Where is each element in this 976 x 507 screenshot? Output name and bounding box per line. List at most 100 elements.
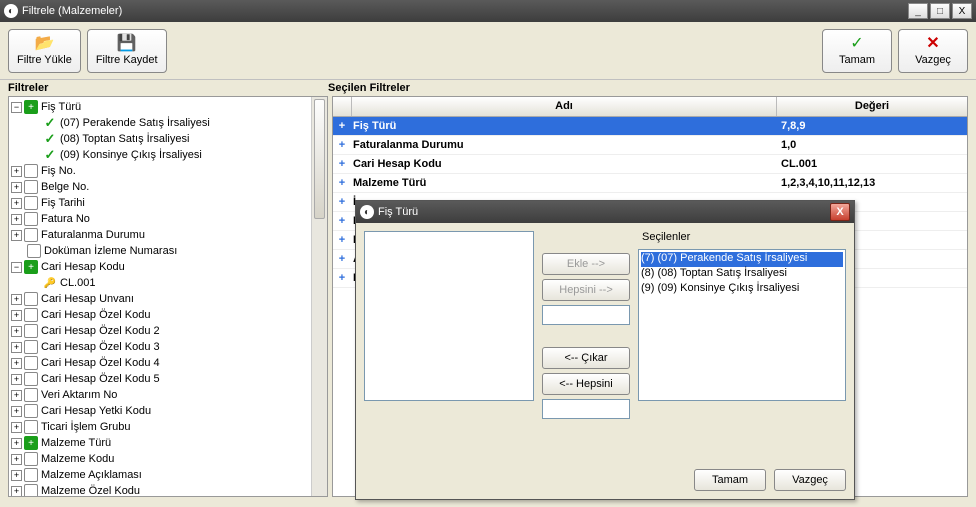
checkbox-icon[interactable] bbox=[24, 452, 38, 466]
expander-icon[interactable]: + bbox=[11, 374, 22, 385]
selected-list[interactable]: (7) (07) Perakende Satış İrsaliyesi (8) … bbox=[638, 249, 846, 401]
tree-node-label[interactable]: Fiş Tarihi bbox=[41, 197, 85, 209]
expander-icon[interactable]: + bbox=[11, 438, 22, 449]
expander-icon[interactable]: + bbox=[11, 198, 22, 209]
close-button[interactable]: X bbox=[952, 3, 972, 19]
checkbox-icon[interactable] bbox=[24, 404, 38, 418]
tree-node-label[interactable]: Belge No. bbox=[41, 181, 89, 193]
checkbox-icon[interactable] bbox=[24, 292, 38, 306]
checkbox-icon[interactable] bbox=[24, 308, 38, 322]
expander-icon[interactable]: + bbox=[11, 454, 22, 465]
row-toggle-icon[interactable]: + bbox=[333, 215, 351, 227]
expander-icon[interactable]: + bbox=[11, 326, 22, 337]
checkbox-icon[interactable] bbox=[24, 228, 38, 242]
remove-filter-input[interactable] bbox=[542, 399, 630, 419]
expander-icon[interactable]: + bbox=[11, 358, 22, 369]
tree-node-label[interactable]: (09) Konsinye Çıkış İrsaliyesi bbox=[60, 149, 202, 161]
dialog-cancel-button[interactable]: Vazgeç bbox=[774, 469, 846, 491]
list-item[interactable]: (7) (07) Perakende Satış İrsaliyesi bbox=[641, 252, 843, 267]
tree-node-label[interactable]: Cari Hesap Özel Kodu 4 bbox=[41, 357, 160, 369]
checkbox-icon[interactable] bbox=[24, 324, 38, 338]
checkbox-icon[interactable] bbox=[24, 468, 38, 482]
grid-row[interactable]: + Malzeme Türü 1,2,3,4,10,11,12,13 bbox=[333, 174, 967, 193]
checkbox-icon[interactable] bbox=[27, 244, 41, 258]
tree-node-label[interactable]: (08) Toptan Satış İrsaliyesi bbox=[60, 133, 189, 145]
tree-scrollbar[interactable] bbox=[311, 97, 327, 496]
expander-icon[interactable]: + bbox=[11, 470, 22, 481]
grid-col-name[interactable]: Adı bbox=[352, 97, 776, 116]
row-toggle-icon[interactable]: + bbox=[333, 120, 351, 132]
tree-node-label[interactable]: (07) Perakende Satış İrsaliyesi bbox=[60, 117, 210, 129]
checkbox-icon[interactable] bbox=[24, 356, 38, 370]
remove-all-button[interactable]: <-- Hepsini bbox=[542, 373, 630, 395]
tree-node-label[interactable]: Cari Hesap Unvanı bbox=[41, 293, 134, 305]
expander-icon[interactable]: + bbox=[11, 214, 22, 225]
checkbox-icon[interactable] bbox=[24, 180, 38, 194]
tree-node-label[interactable]: Malzeme Türü bbox=[41, 437, 111, 449]
add-button[interactable]: Ekle --> bbox=[542, 253, 630, 275]
expander-icon[interactable]: + bbox=[11, 486, 22, 497]
tree-node-label[interactable]: Cari Hesap Kodu bbox=[41, 261, 125, 273]
maximize-button[interactable]: □ bbox=[930, 3, 950, 19]
expander-icon[interactable]: + bbox=[11, 166, 22, 177]
available-list[interactable] bbox=[364, 231, 534, 401]
row-toggle-icon[interactable]: + bbox=[333, 253, 351, 265]
tree-node-label[interactable]: Fiş No. bbox=[41, 165, 76, 177]
expander-icon[interactable]: + bbox=[11, 230, 22, 241]
grid-row[interactable]: + Faturalanma Durumu 1,0 bbox=[333, 136, 967, 155]
row-toggle-icon[interactable]: + bbox=[333, 272, 351, 284]
tree-node-label[interactable]: Veri Aktarım No bbox=[41, 389, 117, 401]
tree-node-label[interactable]: Cari Hesap Özel Kodu 5 bbox=[41, 373, 160, 385]
expander-icon[interactable]: + bbox=[11, 406, 22, 417]
remove-button[interactable]: <-- Çıkar bbox=[542, 347, 630, 369]
row-toggle-icon[interactable]: + bbox=[333, 139, 351, 151]
grid-row[interactable]: + Fiş Türü 7,8,9 bbox=[333, 117, 967, 136]
expander-icon[interactable]: + bbox=[11, 294, 22, 305]
list-item[interactable]: (8) (08) Toptan Satış İrsaliyesi bbox=[641, 267, 843, 282]
filter-save-button[interactable]: 💾 Filtre Kaydet bbox=[87, 29, 167, 73]
tree-node-label[interactable]: Cari Hesap Özel Kodu 3 bbox=[41, 341, 160, 353]
scrollbar-thumb[interactable] bbox=[314, 99, 325, 219]
list-item[interactable]: (9) (09) Konsinye Çıkış İrsaliyesi bbox=[641, 282, 843, 297]
filter-load-button[interactable]: 📂 Filtre Yükle bbox=[8, 29, 81, 73]
expander-icon[interactable]: + bbox=[11, 390, 22, 401]
checkbox-icon[interactable] bbox=[24, 164, 38, 178]
tree-node-label[interactable]: Ticari İşlem Grubu bbox=[41, 421, 130, 433]
filter-tree[interactable]: −+Fiş Türü ✓(07) Perakende Satış İrsaliy… bbox=[8, 96, 328, 497]
expander-icon[interactable]: + bbox=[11, 182, 22, 193]
grid-row[interactable]: + Cari Hesap Kodu CL.001 bbox=[333, 155, 967, 174]
tree-node-label[interactable]: Faturalanma Durumu bbox=[41, 229, 145, 241]
add-filter-input[interactable] bbox=[542, 305, 630, 325]
expander-icon[interactable]: + bbox=[11, 422, 22, 433]
expander-icon[interactable]: − bbox=[11, 262, 22, 273]
tree-node-label[interactable]: Malzeme Kodu bbox=[41, 453, 114, 465]
expander-icon[interactable]: + bbox=[11, 342, 22, 353]
row-toggle-icon[interactable]: + bbox=[333, 196, 351, 208]
checkbox-icon[interactable] bbox=[24, 340, 38, 354]
expander-icon[interactable]: + bbox=[11, 310, 22, 321]
tree-node-label[interactable]: Cari Hesap Yetki Kodu bbox=[41, 405, 151, 417]
cancel-button[interactable]: ✕ Vazgeç bbox=[898, 29, 968, 73]
dialog-close-button[interactable]: X bbox=[830, 203, 850, 221]
tree-node-label[interactable]: Fiş Türü bbox=[41, 101, 81, 113]
checkbox-icon[interactable] bbox=[24, 212, 38, 226]
tree-node-label[interactable]: Doküman İzleme Numarası bbox=[44, 245, 177, 257]
tree-node-label[interactable]: Malzeme Açıklaması bbox=[41, 469, 142, 481]
checkbox-icon[interactable] bbox=[24, 420, 38, 434]
tree-node-label[interactable]: Cari Hesap Özel Kodu 2 bbox=[41, 325, 160, 337]
tree-node-label[interactable]: Cari Hesap Özel Kodu bbox=[41, 309, 150, 321]
tree-node-label[interactable]: CL.001 bbox=[60, 277, 95, 289]
row-toggle-icon[interactable]: + bbox=[333, 158, 351, 170]
checkbox-icon[interactable] bbox=[24, 388, 38, 402]
row-toggle-icon[interactable]: + bbox=[333, 234, 351, 246]
minimize-button[interactable]: _ bbox=[908, 3, 928, 19]
checkbox-icon[interactable] bbox=[24, 372, 38, 386]
checkbox-icon[interactable] bbox=[24, 484, 38, 496]
expander-icon[interactable]: − bbox=[11, 102, 22, 113]
add-all-button[interactable]: Hepsini --> bbox=[542, 279, 630, 301]
grid-col-value[interactable]: Değeri bbox=[777, 97, 967, 116]
dialog-ok-button[interactable]: Tamam bbox=[694, 469, 766, 491]
row-toggle-icon[interactable]: + bbox=[333, 177, 351, 189]
ok-button[interactable]: ✓ Tamam bbox=[822, 29, 892, 73]
tree-node-label[interactable]: Malzeme Özel Kodu bbox=[41, 485, 140, 496]
